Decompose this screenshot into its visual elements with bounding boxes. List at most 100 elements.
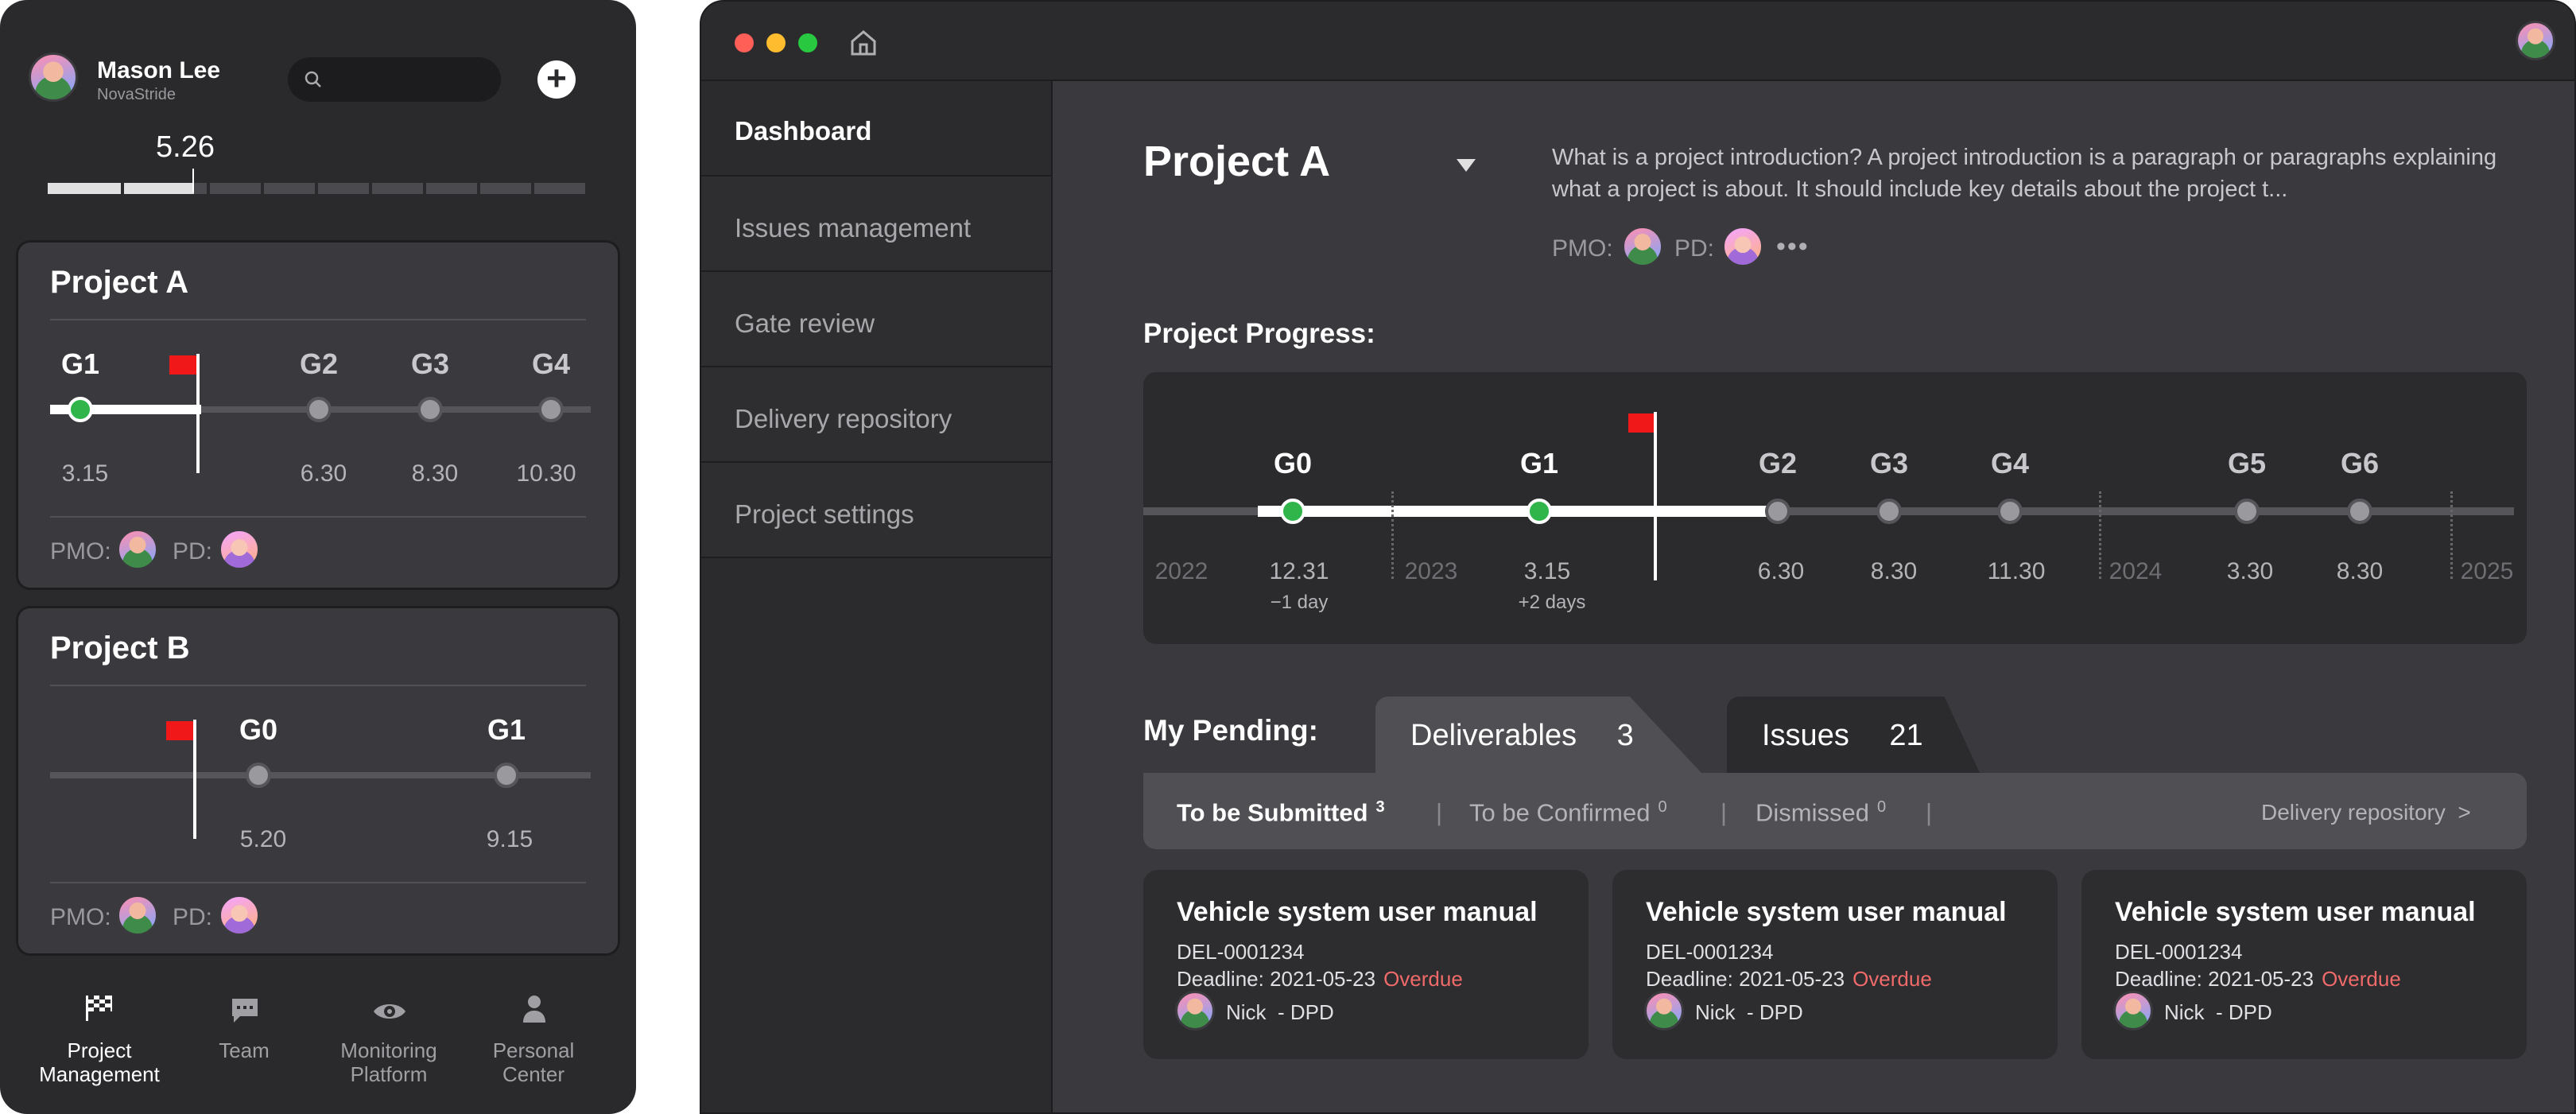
sidebar-item-gate-review[interactable]: Gate review [701,270,1051,366]
gate-node[interactable] [1765,499,1790,524]
subtab-dismissed[interactable]: Dismissed 0 [1755,798,1886,827]
deliverable-card[interactable]: Vehicle system user manual DEL-0001234 D… [1143,870,1589,1059]
gate-date: 8.30 [1870,558,1918,584]
search-input[interactable] [288,57,501,102]
card-deadline: Deadline: 2021-05-23 Overdue [2115,967,2401,992]
maximize-button[interactable] [798,33,817,52]
pd-label: PD: [1674,235,1715,262]
gate-node[interactable] [494,763,519,788]
nav-label: Project Management [39,1038,160,1086]
year-label: 2024 [2109,558,2163,584]
gate-node[interactable] [1527,499,1552,524]
person-icon [523,996,545,1023]
project-intro: What is a project introduction? A projec… [1552,145,2497,202]
close-button[interactable] [735,33,754,52]
gate-date: 6.30 [300,460,347,487]
year-label: 2022 [1154,558,1208,584]
current-date: 5.26 [156,130,215,164]
card-owner: Nick - DPD [1695,1000,1803,1024]
owner-avatar[interactable] [1644,991,1684,1031]
nav-label: Personal Center [492,1038,575,1086]
gate-node[interactable] [1997,499,2023,524]
tab-deliverables[interactable]: Deliverables 3 [1375,697,1701,773]
gate-node[interactable] [1280,499,1305,524]
gate-date: 8.30 [2336,558,2384,584]
gate-node[interactable] [538,397,564,422]
more-icon[interactable]: ••• [1776,233,1810,260]
deadline-text: Deadline: 2021-05-23 [1177,967,1376,991]
gate-node[interactable] [2234,499,2260,524]
deliverable-card[interactable]: Vehicle system user manual DEL-0001234 D… [2081,870,2527,1059]
card-title: Vehicle system user manual [1646,897,2007,927]
gate-label: G5 [2227,447,2267,479]
gate-node[interactable] [417,397,443,422]
today-flag [166,721,195,740]
sidebar-item-project-settings[interactable]: Project settings [701,461,1051,558]
title-bar [701,2,2574,81]
project-title: Project A [1143,138,1331,185]
subtab-label: To be Submitted [1177,798,1368,827]
tab-label: Issues [1762,719,1849,752]
delivery-repository-link[interactable]: Delivery repository > [2261,800,2471,825]
add-button[interactable]: + [537,60,576,99]
subtab-count: 0 [1876,798,1887,816]
deliverable-card[interactable]: Vehicle system user manual DEL-0001234 D… [1612,870,2058,1059]
sidebar-item-issues-management[interactable]: Issues management [701,175,1051,270]
gate-node[interactable] [68,397,93,422]
user-avatar[interactable] [2516,21,2555,60]
track-done [1258,506,1770,517]
card-deadline: Deadline: 2021-05-23 Overdue [1177,967,1463,992]
separator: | [1436,798,1443,826]
gate-label: G3 [1869,447,1909,479]
card-id: DEL-0001234 [1646,940,1774,964]
pd-avatar[interactable] [1722,226,1763,267]
overdue-badge: Overdue [1852,967,1932,991]
subtab-to-be-submitted[interactable]: To be Submitted 3 [1177,798,1385,827]
pmo-avatar[interactable] [1622,226,1663,267]
eye-icon [374,1004,405,1019]
subtab-count: 0 [1658,798,1667,816]
pmo-avatar[interactable] [117,895,158,936]
gate-label: G4 [1990,447,2030,479]
gate-date: 9.15 [486,826,533,852]
tab-count: 3 [1616,719,1634,752]
year-label: 2023 [1404,558,1458,584]
gate-label: G0 [239,713,278,746]
gate-node[interactable] [246,763,271,788]
pd-avatar[interactable] [219,529,260,570]
desktop-app: Dashboard Issues management Gate review … [700,0,2576,1114]
owner-avatar[interactable] [1175,991,1215,1031]
subtab-to-be-confirmed[interactable]: To be Confirmed 0 [1469,798,1667,827]
sidebar-item-delivery-repository[interactable]: Delivery repository [701,366,1051,461]
card-title: Vehicle system user manual [1177,897,1538,927]
separator: | [1721,798,1728,826]
project-dropdown-chevron-icon[interactable] [1457,159,1476,172]
home-icon[interactable] [849,29,878,56]
progress-panel: G0 G1 G2 G3 G4 G5 G6 2022 2023 2024 2025… [1143,372,2527,644]
user-avatar[interactable] [29,52,78,102]
user-org: NovaStride [97,86,176,103]
gate-date: 8.30 [411,460,459,487]
gate-node[interactable] [1876,499,1902,524]
subtab-label: Dismissed [1755,798,1869,827]
pmo-avatar[interactable] [117,529,158,570]
gate-label: G1 [487,713,526,746]
chat-icon [232,999,258,1023]
card-id: DEL-0001234 [2115,940,2243,964]
owner-avatar[interactable] [2113,991,2153,1031]
sidebar-item-dashboard[interactable]: Dashboard [735,116,871,146]
pd-label: PD: [173,904,213,930]
gate-node[interactable] [2347,499,2372,524]
year-divider [1391,491,1394,579]
today-line [1654,412,1657,580]
project-card-b[interactable]: Project B G0 G1 5.20 9.15 PMO: PD: [16,606,620,956]
progress-title: Project Progress: [1143,318,1375,349]
minimize-button[interactable] [766,33,786,52]
pd-avatar[interactable] [219,895,260,936]
tab-label: Deliverables [1410,719,1577,752]
tab-issues[interactable]: Issues 21 [1727,697,1980,773]
card-owner: Nick - DPD [1226,1000,1334,1024]
card-title: Vehicle system user manual [2115,897,2476,927]
project-card-a[interactable]: Project A G1 G2 G3 G4 3.15 6.30 8.30 10.… [16,240,620,590]
gate-node[interactable] [306,397,332,422]
